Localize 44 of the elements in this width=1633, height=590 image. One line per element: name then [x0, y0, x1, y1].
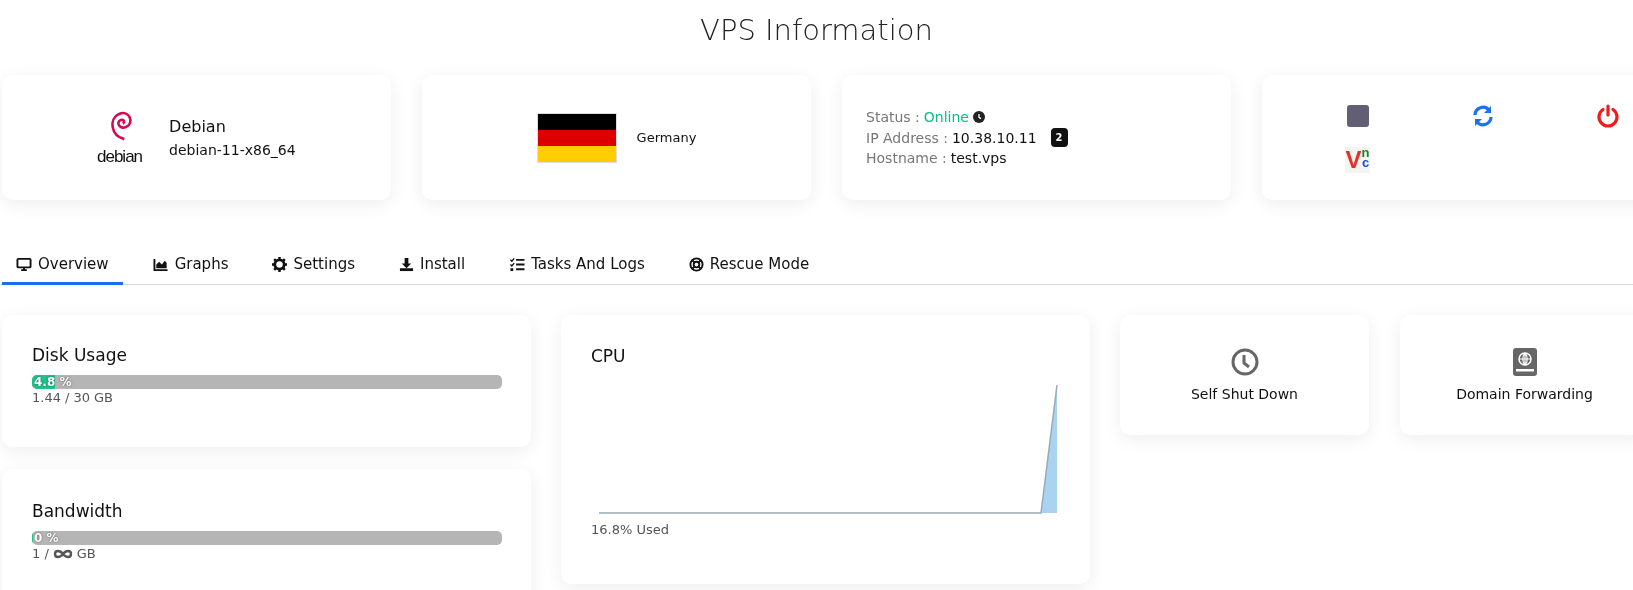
cpu-title: CPU [591, 346, 627, 366]
ip-count-badge[interactable]: 2 [1050, 128, 1068, 147]
chart-icon [152, 256, 169, 272]
usage-used: 1.44 / [32, 390, 70, 405]
lifebuoy-icon [688, 256, 704, 272]
cpu-reading: 16.8% Used [591, 522, 670, 537]
os-name: Debian [169, 117, 227, 136]
hostname-value: test.vps [950, 150, 1007, 166]
tool-card[interactable]: Self Shut Down [1120, 315, 1369, 435]
os-template: debian-11-x86_64 [169, 142, 296, 158]
power-button[interactable] [1595, 103, 1620, 128]
monitor-icon [16, 256, 32, 272]
stop-button[interactable] [1346, 104, 1369, 127]
usage-total: 30 [73, 390, 90, 405]
tab[interactable]: Overview [2, 247, 123, 285]
logo-text: debian [97, 146, 143, 167]
clock-icon [1230, 348, 1259, 376]
status-label: Status : [866, 109, 920, 125]
usage-percent: 4.8 % [34, 375, 72, 389]
ip-label: IP Address : [866, 129, 948, 146]
usage-unit: GB [76, 546, 96, 561]
status-value: Online [923, 109, 969, 125]
download-icon [399, 256, 414, 272]
checklist-icon [509, 256, 526, 272]
usage-title: Disk Usage [32, 345, 128, 365]
ip-address: 10.38.10.11 [951, 129, 1037, 146]
tab[interactable]: Settings [258, 247, 369, 285]
flag-icon [536, 112, 617, 163]
usage-unit: GB [94, 390, 113, 405]
tab[interactable]: Graphs [138, 247, 243, 285]
page-title: VPS Information [699, 12, 934, 49]
clock-icon [972, 111, 985, 123]
tool-card[interactable]: Domain Forwarding [1400, 315, 1633, 435]
hostname-label: Hostname : [866, 150, 947, 166]
usage-percent: 0 % [34, 531, 59, 545]
tab[interactable]: Rescue Mode [674, 247, 824, 285]
country-name: Germany [636, 130, 697, 145]
gear-icon [272, 256, 288, 272]
usage-used: 1 / [32, 546, 49, 561]
tab[interactable]: Install [385, 247, 480, 285]
usage-title: Bandwidth [32, 501, 124, 521]
restart-button[interactable] [1470, 103, 1495, 128]
tab[interactable]: Tasks And Logs [495, 247, 659, 285]
globe-book-icon [1511, 348, 1538, 376]
